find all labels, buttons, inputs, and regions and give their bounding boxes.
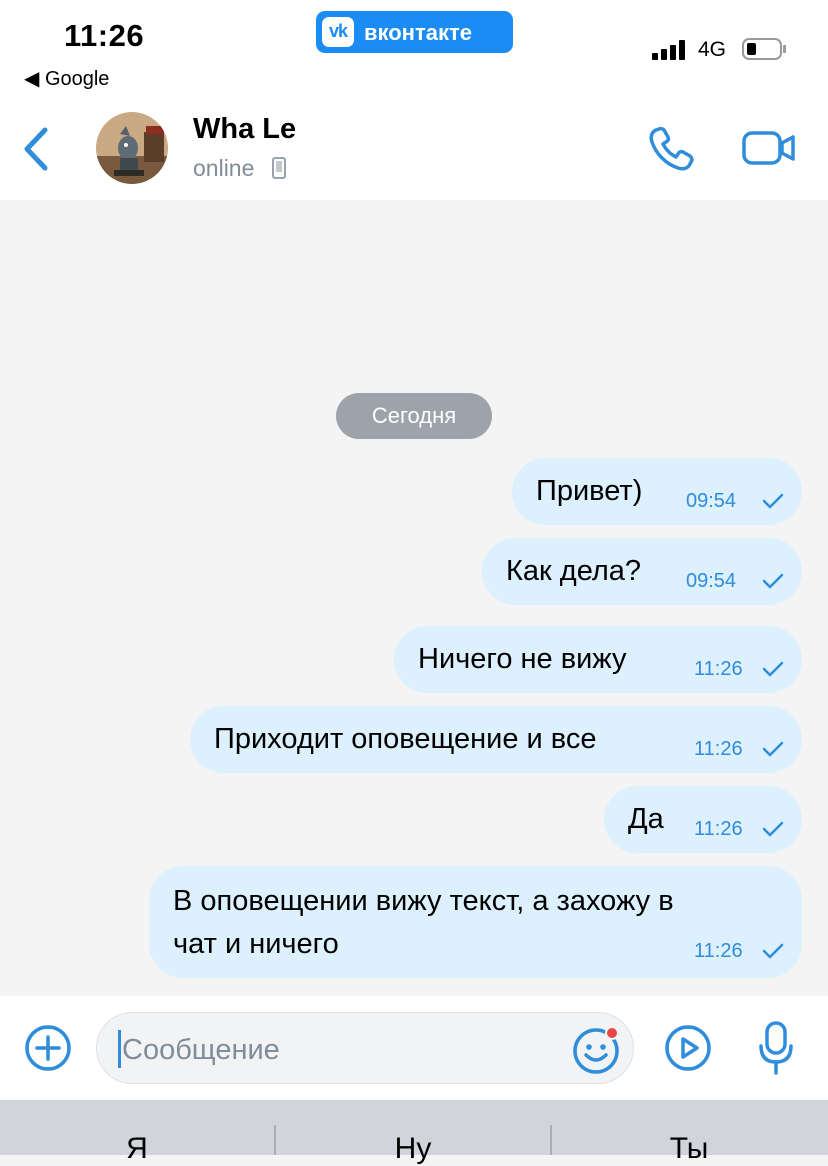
message-time: 09:54 [686,490,737,512]
message-bubble[interactable]: Привет) 09:54 [512,458,802,525]
message-bubble[interactable]: Как дела? 09:54 [482,538,802,605]
contact-name[interactable]: Wha Le [193,113,296,146]
vk-logo-icon: vk [322,17,354,47]
message-text: Привет) [536,475,643,507]
read-check-icon [762,573,784,589]
avatar[interactable] [96,112,168,184]
message-text: Да [628,803,664,835]
video-call-button[interactable] [742,128,796,168]
message-time: 11:26 [694,738,743,760]
back-to-app-link[interactable]: ◀ Google [24,66,109,91]
suggestion-item[interactable]: Я [0,1132,274,1166]
smiley-icon[interactable] [571,1024,623,1076]
status-time: 11:26 [64,18,145,53]
message-bubble[interactable]: В оповещении вижу текст, а захожу в чат … [149,866,802,978]
message-text: Ничего не вижу [418,643,627,675]
text-caret [118,1030,121,1068]
message-time: 11:26 [694,940,743,962]
message-text: Как дела? [506,555,642,587]
read-check-icon [762,821,784,837]
suggestion-item[interactable]: Ты [552,1132,826,1166]
message-time: 11:26 [694,818,743,840]
message-bubble[interactable]: Ничего не вижу 11:26 [394,626,802,693]
battery-icon [742,38,786,60]
contact-status: online [193,155,255,181]
vk-app-badge: vk вконтакте [316,11,513,53]
call-button[interactable] [646,124,698,174]
read-check-icon [762,943,784,959]
message-input[interactable] [122,1030,552,1070]
date-divider: Сегодня [336,393,492,439]
message-time: 11:26 [694,658,743,680]
message-text: В оповещении вижу текст, а захожу в [173,885,674,917]
cellular-signal-icon [652,40,685,60]
vk-badge-label: вконтакте [364,20,473,45]
message-text-line2: чат и ничего [173,928,339,960]
mobile-device-icon [272,157,286,179]
read-check-icon [762,741,784,757]
message-bubble[interactable]: Приходит оповещение и все 11:26 [190,706,802,773]
message-bubble[interactable]: Да 11:26 [604,786,802,853]
suggestion-item[interactable]: Ну [276,1132,550,1166]
message-time: 09:54 [686,570,737,592]
message-text: Приходит оповещение и все [214,723,597,755]
network-type: 4G [698,38,727,61]
attach-plus-icon[interactable] [24,1024,72,1072]
video-message-play-icon[interactable] [664,1024,712,1072]
microphone-icon[interactable] [758,1020,794,1076]
back-chevron-icon[interactable] [18,124,58,174]
read-check-icon [762,661,784,677]
read-check-icon [762,493,784,509]
